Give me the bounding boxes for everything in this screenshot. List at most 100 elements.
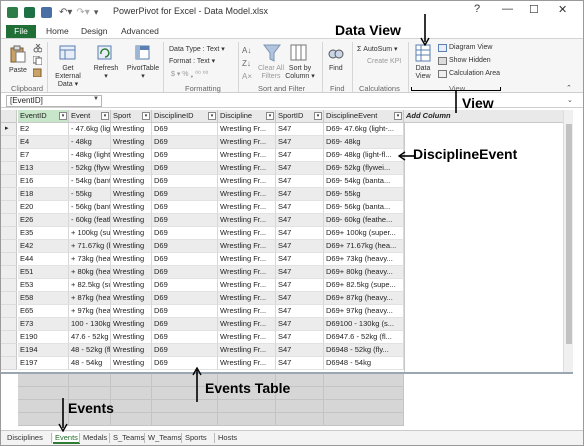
tab-file[interactable]: File	[6, 25, 36, 38]
table-cell[interactable]: D69+ 71.67kg (hea...	[324, 240, 404, 253]
calculation-cell[interactable]	[218, 400, 276, 413]
table-cell[interactable]: - 48kg (light-fl...	[69, 149, 111, 162]
sort-descending-icon[interactable]: Z↓	[242, 56, 256, 68]
sheet-tab-medals[interactable]: Medals	[81, 432, 109, 444]
table-cell[interactable]: D69	[152, 292, 218, 305]
table-cell[interactable]: S47	[276, 279, 324, 292]
row-selector[interactable]	[1, 136, 17, 149]
table-cell[interactable]: S47	[276, 240, 324, 253]
table-cell[interactable]: Wrestling Fr...	[218, 318, 276, 331]
maximize-button[interactable]: ☐	[529, 3, 539, 16]
table-cell[interactable]: E190	[18, 331, 69, 344]
table-cell[interactable]: S47	[276, 149, 324, 162]
table-cell[interactable]: Wrestling	[111, 149, 152, 162]
find-button[interactable]: Find	[329, 65, 343, 73]
table-cell[interactable]: E53	[18, 279, 69, 292]
row-selector[interactable]: ▸	[1, 123, 17, 136]
table-cell[interactable]: E65	[18, 305, 69, 318]
table-cell[interactable]: Wrestling Fr...	[218, 136, 276, 149]
table-cell[interactable]: D69	[152, 253, 218, 266]
column-header[interactable]: DisciplineEvent ▾	[324, 110, 404, 123]
table-cell[interactable]: Wrestling Fr...	[218, 331, 276, 344]
sort-ascending-icon[interactable]: A↓	[242, 43, 256, 55]
table-cell[interactable]: D69	[152, 318, 218, 331]
calculation-cell[interactable]	[276, 400, 324, 413]
filter-dropdown-icon[interactable]: ▾	[208, 112, 216, 120]
table-cell[interactable]: Wrestling	[111, 188, 152, 201]
table-cell[interactable]: S47	[276, 214, 324, 227]
table-cell[interactable]: Wrestling	[111, 201, 152, 214]
calculation-cell[interactable]	[218, 413, 276, 426]
table-cell[interactable]: D69	[152, 305, 218, 318]
table-cell[interactable]: Wrestling Fr...	[218, 201, 276, 214]
row-selector[interactable]	[1, 201, 17, 214]
table-cell[interactable]: D69+ 87kg (heavy...	[324, 292, 404, 305]
filter-dropdown-icon[interactable]: ▾	[266, 112, 274, 120]
save-icon[interactable]	[41, 6, 52, 18]
table-cell[interactable]: D69	[152, 266, 218, 279]
table-cell[interactable]: D69	[152, 175, 218, 188]
filter-dropdown-icon[interactable]: ▾	[394, 112, 402, 120]
table-cell[interactable]: D69	[152, 136, 218, 149]
row-selector-header[interactable]	[1, 110, 17, 123]
table-cell[interactable]: E73	[18, 318, 69, 331]
table-cell[interactable]: D69	[152, 240, 218, 253]
table-cell[interactable]: E20	[18, 201, 69, 214]
format-dropdown[interactable]: Format : Text ▾	[169, 57, 215, 65]
column-header[interactable]: Event ▾	[69, 110, 111, 123]
table-cell[interactable]: D69	[152, 201, 218, 214]
row-selector[interactable]	[1, 331, 17, 344]
table-cell[interactable]: Wrestling Fr...	[218, 123, 276, 136]
table-cell[interactable]: Wrestling	[111, 344, 152, 357]
row-selector[interactable]	[1, 305, 17, 318]
table-cell[interactable]: S47	[276, 357, 324, 370]
filter-dropdown-icon[interactable]: ▾	[142, 112, 150, 120]
table-cell[interactable]: S47	[276, 123, 324, 136]
table-cell[interactable]: E42	[18, 240, 69, 253]
table-cell[interactable]: E194	[18, 344, 69, 357]
show-hidden-button[interactable]: Show Hidden	[449, 57, 491, 64]
table-cell[interactable]: Wrestling	[111, 227, 152, 240]
table-cell[interactable]: D69+ 82.5kg (supe...	[324, 279, 404, 292]
table-cell[interactable]: Wrestling Fr...	[218, 214, 276, 227]
row-selector[interactable]	[1, 214, 17, 227]
table-cell[interactable]: D69- 60kg (feathe...	[324, 214, 404, 227]
table-cell[interactable]: Wrestling	[111, 318, 152, 331]
table-cell[interactable]: S47	[276, 292, 324, 305]
column-header[interactable]: SportID ▾	[276, 110, 324, 123]
table-cell[interactable]: 48 - 54kg	[69, 357, 111, 370]
table-cell[interactable]: D69+ 73kg (heavy...	[324, 253, 404, 266]
table-cell[interactable]: 100 - 130kg (s...	[69, 318, 111, 331]
table-cell[interactable]: D69	[152, 344, 218, 357]
add-column-header[interactable]: Add Column	[404, 110, 564, 123]
tab-advanced[interactable]: Advanced	[121, 26, 159, 36]
calculation-cell[interactable]	[324, 374, 404, 387]
table-cell[interactable]: D69	[152, 149, 218, 162]
sheet-tab-s-teams[interactable]: S_Teams	[111, 432, 146, 444]
table-cell[interactable]: Wrestling Fr...	[218, 227, 276, 240]
table-cell[interactable]: + 100kg (super...	[69, 227, 111, 240]
row-selector[interactable]	[1, 188, 17, 201]
table-cell[interactable]: D69	[152, 357, 218, 370]
get-external-data-button[interactable]: Get External Data ▾	[51, 65, 85, 89]
row-selector[interactable]	[1, 162, 17, 175]
sheet-tab-events[interactable]: Events	[53, 432, 80, 444]
table-cell[interactable]: D69	[152, 331, 218, 344]
table-cell[interactable]: D69	[152, 123, 218, 136]
table-cell[interactable]: Wrestling Fr...	[218, 279, 276, 292]
customize-qat-icon[interactable]: ▾	[94, 7, 99, 18]
autosum-button[interactable]: Σ AutoSum ▾	[357, 45, 398, 53]
table-cell[interactable]: + 97kg (heavy...	[69, 305, 111, 318]
help-button[interactable]: ?	[474, 3, 480, 15]
table-cell[interactable]: 48 - 52kg (fly...	[69, 344, 111, 357]
scrollbar-thumb[interactable]	[566, 124, 572, 344]
cut-icon[interactable]	[33, 44, 42, 53]
calculation-area-button[interactable]: Calculation Area	[449, 70, 500, 77]
table-cell[interactable]: + 82.5kg (supe...	[69, 279, 111, 292]
table-cell[interactable]: D69	[152, 188, 218, 201]
table-cell[interactable]: D6948 - 52kg (fly...	[324, 344, 404, 357]
sheet-tab-sports[interactable]: Sports	[183, 432, 209, 444]
column-header[interactable]: DisciplineID ▾	[152, 110, 218, 123]
table-cell[interactable]: Wrestling Fr...	[218, 305, 276, 318]
row-selector[interactable]	[1, 240, 17, 253]
